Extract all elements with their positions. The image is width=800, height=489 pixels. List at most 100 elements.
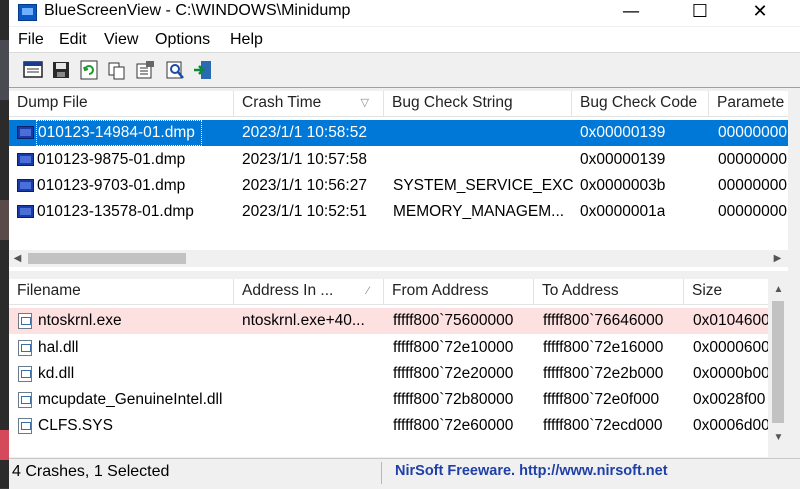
col-bug-check-code[interactable]: Bug Check Code [572,91,709,116]
crash-list-hscrollbar[interactable]: ◀ ▶ [9,250,788,267]
advanced-options-icon[interactable] [164,59,186,81]
crash-time: 2023/1/1 10:57:58 [242,151,367,168]
refresh-icon[interactable] [78,59,100,81]
sort-indicator-icon: ⁄ [367,285,369,297]
desktop-background-edge [0,0,9,488]
title-bar: BlueScreenView - C:\WINDOWS\Minidump — ☐… [9,0,800,26]
driver-file-icon [18,340,32,356]
bug-check-code: 0x00000139 [580,151,666,168]
col-filename[interactable]: Filename [9,279,234,304]
properties-icon[interactable] [134,59,156,81]
col-to-address[interactable]: To Address [534,279,684,304]
col-from-address[interactable]: From Address [384,279,534,304]
parameter: 00000000 [718,177,787,194]
status-divider [381,462,382,484]
exit-icon[interactable] [192,59,214,81]
driver-list: Filename Address In ... ⁄ From Address T… [9,279,788,457]
driver-filename: hal.dll [38,339,79,356]
dump-file-name: 010123-9875-01.dmp [37,151,186,168]
from-address: fffff800`72e10000 [393,339,514,356]
menu-edit[interactable]: Edit [59,31,87,49]
driver-row[interactable]: ntoskrnl.exe ntoskrnl.exe+40... fffff800… [9,308,788,334]
scroll-thumb[interactable] [28,253,186,264]
save-html-report-icon[interactable] [22,59,44,81]
close-button[interactable]: ✕ [737,0,783,26]
driver-filename: kd.dll [38,365,75,382]
driver-file-icon [18,418,32,434]
pane-splitter[interactable] [9,271,788,277]
crash-list: Dump File Crash Time ▽ Bug Check String … [9,91,788,271]
toolbar [9,53,800,88]
minimize-button[interactable]: — [608,0,654,26]
driver-row[interactable]: mcupdate_GenuineIntel.dll fffff800`72b80… [9,387,788,413]
driver-filename: CLFS.SYS [38,417,113,434]
menu-file[interactable]: File [18,31,44,49]
address-in-stack: ntoskrnl.exe+40... [242,312,365,329]
size: 0x0028f00 [693,391,766,408]
scroll-left-arrow-icon[interactable]: ◀ [9,250,26,267]
crash-row[interactable]: 010123-9875-01.dmp 2023/1/1 10:57:58 0x0… [9,147,788,173]
save-icon[interactable] [50,59,72,81]
driver-file-icon [18,392,32,408]
bug-check-code: 0x0000001a [580,203,666,220]
dump-file-icon [17,179,34,192]
driver-filename: ntoskrnl.exe [38,312,122,329]
from-address: fffff800`72b80000 [393,391,514,408]
menu-view[interactable]: View [104,31,138,49]
size: 0x0104600 [693,312,768,329]
col-bug-check-string[interactable]: Bug Check String [384,91,572,116]
driver-row[interactable]: kd.dll fffff800`72e20000 fffff800`72e2b0… [9,361,788,387]
size: 0x0006d00 [693,417,768,434]
menu-options[interactable]: Options [155,31,210,49]
status-bar: 4 Crashes, 1 Selected NirSoft Freeware. … [9,458,800,489]
col-dump-file[interactable]: Dump File [9,91,234,116]
menu-bar: File Edit View Options Help [9,27,800,53]
bug-check-string: MEMORY_MANAGEM... [393,203,565,220]
size: 0x0000b00 [693,365,768,382]
to-address: fffff800`76646000 [543,312,664,329]
crash-time: 2023/1/1 10:58:52 [242,124,367,141]
bug-check-code: 0x0000003b [580,177,666,194]
sort-descending-icon: ▽ [360,97,369,109]
driver-row[interactable]: CLFS.SYS fffff800`72e60000 fffff800`72ec… [9,413,788,439]
crash-row[interactable]: 010123-14984-01.dmp 2023/1/1 10:58:52 0x… [9,120,788,146]
to-address: fffff800`72ecd000 [543,417,663,434]
dump-file-name: 010123-9703-01.dmp [37,177,186,194]
col-crash-time[interactable]: Crash Time ▽ [234,91,384,116]
dump-file-icon [17,153,34,166]
parameter: 00000000 [718,203,787,220]
bluescreenview-window: BlueScreenView - C:\WINDOWS\Minidump — ☐… [9,0,800,489]
copy-icon[interactable] [106,59,128,81]
col-address-in-stack[interactable]: Address In ... ⁄ [234,279,384,304]
crash-list-header: Dump File Crash Time ▽ Bug Check String … [9,91,788,117]
scroll-down-arrow-icon[interactable]: ▼ [770,429,787,446]
scroll-up-arrow-icon[interactable]: ▲ [770,281,787,298]
scroll-right-arrow-icon[interactable]: ▶ [769,250,786,267]
crash-time: 2023/1/1 10:56:27 [242,177,367,194]
size: 0x0000600 [693,339,768,356]
to-address: fffff800`72e2b000 [543,365,664,382]
crash-row[interactable]: 010123-9703-01.dmp 2023/1/1 10:56:27 SYS… [9,173,788,199]
nirsoft-link[interactable]: NirSoft Freeware. http://www.nirsoft.net [395,463,668,479]
menu-help[interactable]: Help [230,31,263,49]
scroll-thumb[interactable] [772,301,784,423]
from-address: fffff800`75600000 [393,312,514,329]
from-address: fffff800`72e60000 [393,417,514,434]
driver-row[interactable]: hal.dll fffff800`72e10000 fffff800`72e16… [9,335,788,361]
window-title: BlueScreenView - C:\WINDOWS\Minidump [44,2,351,19]
crash-row[interactable]: 010123-13578-01.dmp 2023/1/1 10:52:51 ME… [9,199,788,225]
bug-check-code: 0x00000139 [580,124,666,141]
driver-list-vscrollbar[interactable]: ▲ ▼ [768,279,788,457]
parameter: 00000000 [718,124,787,141]
driver-file-icon [18,313,32,329]
maximize-button[interactable]: ☐ [677,0,723,26]
col-parameter[interactable]: Paramete [709,91,788,116]
col-crash-time-label: Crash Time [242,94,322,111]
dump-file-icon [17,205,34,218]
crash-time: 2023/1/1 10:52:51 [242,203,367,220]
to-address: fffff800`72e16000 [543,339,664,356]
bug-check-string: SYSTEM_SERVICE_EXC... [393,177,573,194]
to-address: fffff800`72e0f000 [543,391,660,408]
col-address-in-stack-label: Address In ... [242,282,334,299]
dump-file-name: 010123-13578-01.dmp [37,203,194,220]
